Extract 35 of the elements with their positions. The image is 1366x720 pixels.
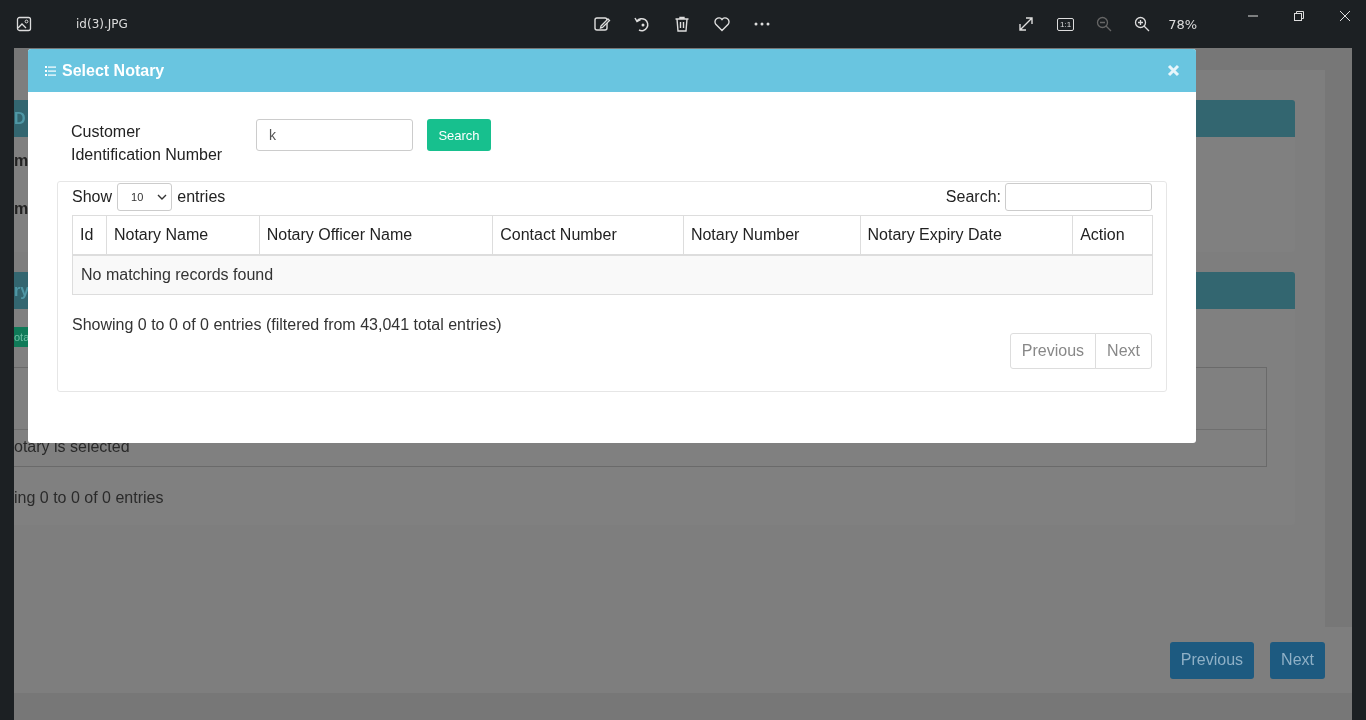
- column-header[interactable]: Notary Number: [683, 216, 861, 254]
- page-length-select[interactable]: 10: [117, 183, 173, 211]
- file-name: id(3).JPG: [76, 17, 128, 31]
- rotate-icon[interactable]: [633, 15, 651, 33]
- empty-message: No matching records found: [81, 266, 274, 284]
- image-icon[interactable]: [16, 16, 32, 32]
- restore-icon[interactable]: [1293, 10, 1306, 22]
- column-header[interactable]: Notary Officer Name: [259, 216, 494, 254]
- column-header[interactable]: Notary Name: [106, 216, 260, 254]
- heart-icon[interactable]: [713, 15, 731, 33]
- close-icon[interactable]: [1339, 10, 1352, 22]
- fullscreen-icon[interactable]: [1017, 15, 1035, 33]
- show-label: Show: [72, 188, 113, 206]
- search-label: Search:: [945, 188, 1001, 206]
- actual-size-button[interactable]: 1:1: [1057, 17, 1075, 31]
- table-info: Showing 0 to 0 of 0 entries (filtered from 43,041 total entries): [72, 316, 503, 334]
- delete-icon[interactable]: [673, 15, 691, 33]
- caret-icon: [157, 194, 168, 200]
- table-info: ing 0 to 0 of 0 entries: [14, 489, 164, 507]
- table-search-field[interactable]: [1005, 183, 1152, 211]
- zoom-out-icon[interactable]: [1096, 16, 1113, 32]
- column-header[interactable]: Id: [73, 216, 107, 254]
- customer-id-field[interactable]: k: [256, 119, 413, 151]
- list-icon: [45, 65, 56, 76]
- column-header[interactable]: Notary Expiry Date: [860, 216, 1074, 254]
- column-header[interactable]: Action: [1073, 216, 1152, 254]
- field-label: Customer Identification Number: [71, 122, 224, 165]
- entries-label: entries: [177, 188, 226, 206]
- field-label: m: [14, 153, 29, 169]
- modal-title: Select Notary: [62, 61, 166, 80]
- edit-icon[interactable]: [593, 15, 611, 33]
- field-label: m: [14, 201, 29, 217]
- column-header[interactable]: Contact Number: [493, 216, 684, 254]
- zoom-level: 78%: [1168, 16, 1198, 32]
- zoom-in-icon[interactable]: [1134, 16, 1151, 32]
